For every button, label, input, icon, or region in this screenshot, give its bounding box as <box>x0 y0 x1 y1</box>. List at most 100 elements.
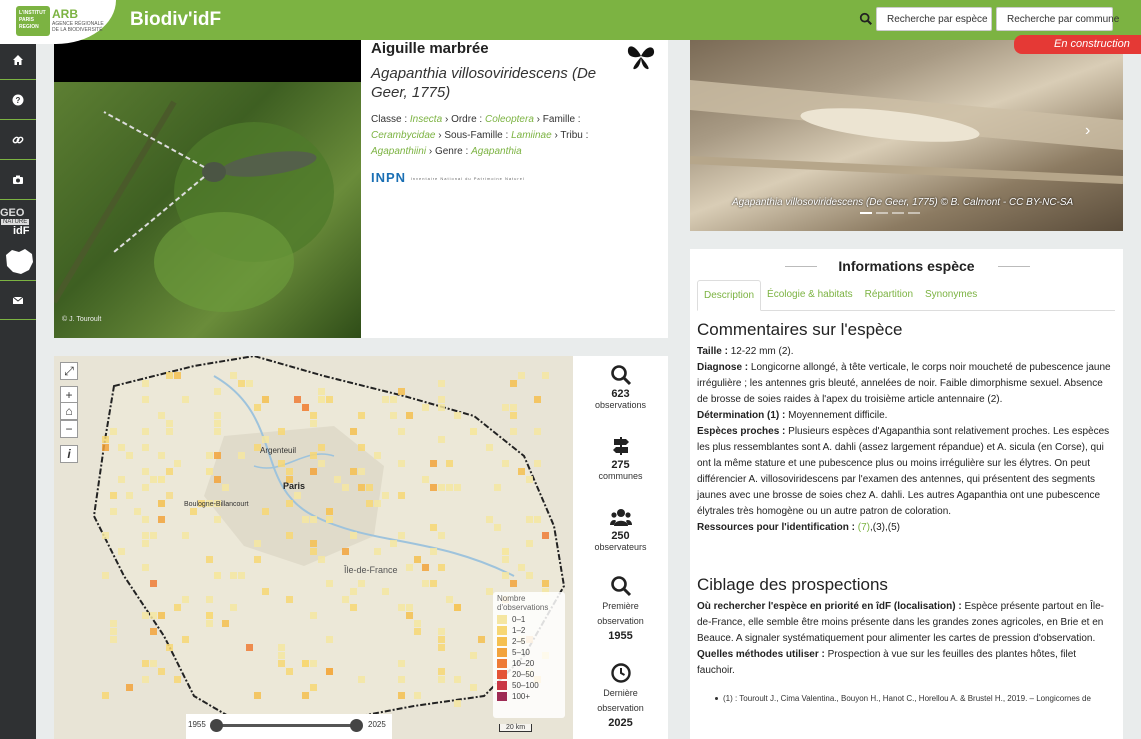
observation-cell[interactable] <box>350 588 357 595</box>
inpn-logo[interactable]: INPN Inventaire National du Patrimoine N… <box>371 170 525 185</box>
observation-cell[interactable] <box>150 476 157 483</box>
observation-cell[interactable] <box>278 660 285 667</box>
observation-cell[interactable] <box>366 484 373 491</box>
observation-cell[interactable] <box>358 484 365 491</box>
observation-cell[interactable] <box>534 428 541 435</box>
observation-cell[interactable] <box>102 692 109 699</box>
observation-cell[interactable] <box>310 516 317 523</box>
observation-cell[interactable] <box>414 556 421 563</box>
search-commune-input[interactable]: Recherche par commune <box>996 7 1119 31</box>
observation-cell[interactable] <box>142 540 149 547</box>
observation-cell[interactable] <box>150 580 157 587</box>
observation-cell[interactable] <box>214 452 221 459</box>
observation-cell[interactable] <box>454 604 461 611</box>
observation-cell[interactable] <box>278 460 285 467</box>
observation-cell[interactable] <box>262 508 269 515</box>
observation-cell[interactable] <box>142 428 149 435</box>
observation-cell[interactable] <box>110 620 117 627</box>
observation-cell[interactable] <box>142 484 149 491</box>
observation-cell[interactable] <box>430 484 437 491</box>
observation-cell[interactable] <box>246 380 253 387</box>
year-range-slider[interactable]: 1955 2025 <box>186 714 392 739</box>
observation-cell[interactable] <box>398 604 405 611</box>
observation-cell[interactable] <box>502 556 509 563</box>
observation-cell[interactable] <box>502 460 509 467</box>
observation-cell[interactable] <box>174 676 181 683</box>
observation-cell[interactable] <box>318 460 325 467</box>
slider-min-handle[interactable] <box>210 719 223 732</box>
observation-cell[interactable] <box>190 508 197 515</box>
observation-cell[interactable] <box>350 604 357 611</box>
observation-cell[interactable] <box>278 652 285 659</box>
observation-cell[interactable] <box>222 484 229 491</box>
zoom-out-button[interactable]: − <box>60 420 78 438</box>
observation-cell[interactable] <box>166 644 173 651</box>
observation-cell[interactable] <box>542 580 549 587</box>
observation-cell[interactable] <box>310 548 317 555</box>
observation-cell[interactable] <box>438 676 445 683</box>
observation-cell[interactable] <box>526 540 533 547</box>
observation-cell[interactable] <box>326 396 333 403</box>
observation-cell[interactable] <box>318 388 325 395</box>
observation-cell[interactable] <box>254 556 261 563</box>
observation-cell[interactable] <box>206 612 213 619</box>
observation-cell[interactable] <box>398 428 405 435</box>
observation-cell[interactable] <box>118 476 125 483</box>
observation-cell[interactable] <box>502 404 509 411</box>
observation-cell[interactable] <box>254 404 261 411</box>
observation-cell[interactable] <box>294 396 301 403</box>
observation-cell[interactable] <box>118 548 125 555</box>
observation-cell[interactable] <box>214 412 221 419</box>
sidebar-item-contact[interactable] <box>0 280 36 320</box>
observation-cell[interactable] <box>430 524 437 531</box>
observation-cell[interactable] <box>182 532 189 539</box>
observation-cell[interactable] <box>182 396 189 403</box>
observation-cell[interactable] <box>238 452 245 459</box>
distribution-map[interactable]: Argenteuil Paris Boulogne-Billancourt Îl… <box>54 356 573 739</box>
observation-cell[interactable] <box>438 484 445 491</box>
observation-cell[interactable] <box>342 548 349 555</box>
observation-cell[interactable] <box>454 484 461 491</box>
observation-cell[interactable] <box>438 668 445 675</box>
observation-cell[interactable] <box>414 620 421 627</box>
observation-cell[interactable] <box>206 468 213 475</box>
observation-cell[interactable] <box>182 596 189 603</box>
observation-cell[interactable] <box>398 660 405 667</box>
observation-cell[interactable] <box>174 372 181 379</box>
observation-cell[interactable] <box>438 532 445 539</box>
slider-track[interactable] <box>212 724 358 727</box>
observation-cell[interactable] <box>102 436 109 443</box>
observation-cell[interactable] <box>510 404 517 411</box>
observation-cell[interactable] <box>142 516 149 523</box>
observation-cell[interactable] <box>366 500 373 507</box>
taxo-genre-link[interactable]: Agapanthia <box>471 146 522 157</box>
taxo-sous-famille-link[interactable]: Lamiinae <box>511 130 552 141</box>
observation-cell[interactable] <box>166 372 173 379</box>
observation-cell[interactable] <box>158 476 165 483</box>
observation-cell[interactable] <box>318 444 325 451</box>
observation-cell[interactable] <box>398 388 405 395</box>
observation-cell[interactable] <box>398 492 405 499</box>
observation-cell[interactable] <box>166 468 173 475</box>
observation-cell[interactable] <box>446 484 453 491</box>
slider-max-handle[interactable] <box>350 719 363 732</box>
taxo-famille-link[interactable]: Cerambycidae <box>371 130 435 141</box>
observation-cell[interactable] <box>326 516 333 523</box>
observation-cell[interactable] <box>510 580 517 587</box>
observation-cell[interactable] <box>350 428 357 435</box>
observation-cell[interactable] <box>382 588 389 595</box>
observation-cell[interactable] <box>110 428 117 435</box>
observation-cell[interactable] <box>398 532 405 539</box>
observation-cell[interactable] <box>382 396 389 403</box>
observation-cell[interactable] <box>206 620 213 627</box>
observation-cell[interactable] <box>286 596 293 603</box>
observation-cell[interactable] <box>342 484 349 491</box>
observation-cell[interactable] <box>174 604 181 611</box>
observation-cell[interactable] <box>126 684 133 691</box>
observation-cell[interactable] <box>534 396 541 403</box>
observation-cell[interactable] <box>230 372 237 379</box>
observation-cell[interactable] <box>438 396 445 403</box>
observation-cell[interactable] <box>406 604 413 611</box>
observation-cell[interactable] <box>286 668 293 675</box>
observation-cell[interactable] <box>134 508 141 515</box>
